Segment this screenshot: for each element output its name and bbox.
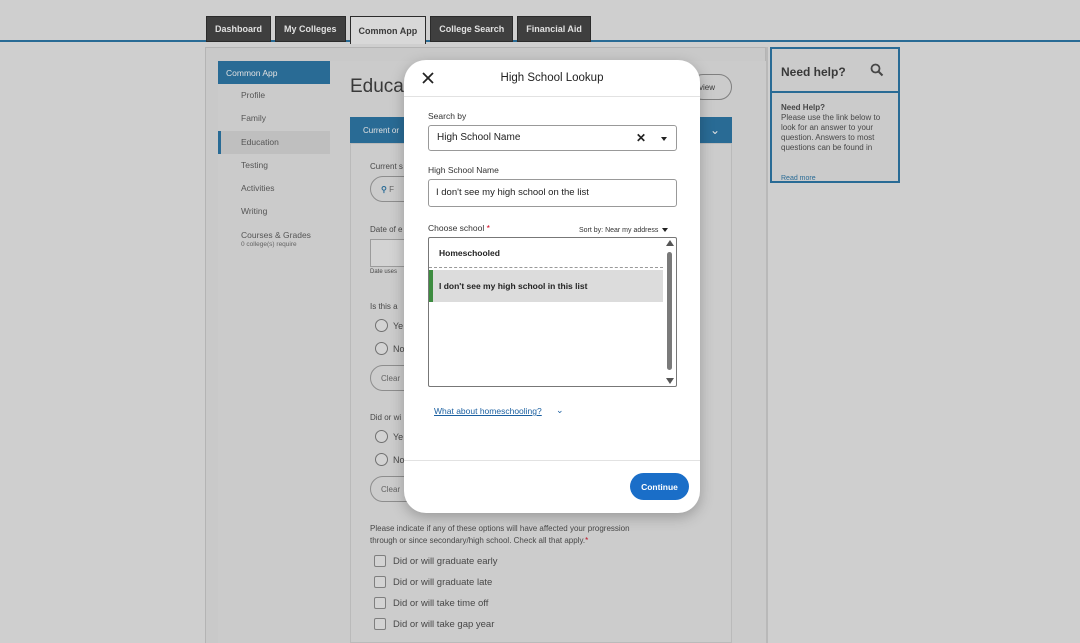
list-item-not-listed[interactable]: I don't see my high school in this list: [429, 270, 663, 302]
caret-down-icon: [661, 137, 667, 141]
chevron-down-icon[interactable]: ⌄: [556, 405, 564, 416]
high-school-name-input[interactable]: I don't see my high school on the list: [428, 179, 677, 207]
choose-school-label: Choose school *: [428, 223, 490, 233]
high-school-name-label: High School Name: [428, 165, 499, 175]
scrollbar-thumb[interactable]: [667, 252, 672, 370]
list-scrollbar[interactable]: [665, 239, 675, 385]
homeschooling-info-link[interactable]: What about homeschooling?: [434, 406, 542, 416]
sort-dropdown[interactable]: Sort by: Near my address: [579, 227, 669, 234]
dialog-header: High School Lookup: [404, 60, 700, 97]
choose-school-label-text: Choose school: [428, 223, 485, 233]
scroll-up-arrow-icon[interactable]: [666, 240, 674, 246]
required-asterisk: *: [486, 223, 490, 233]
caret-down-icon: [662, 228, 669, 233]
clear-icon[interactable]: ✕: [636, 131, 646, 145]
scroll-down-arrow-icon[interactable]: [666, 378, 674, 384]
search-by-value: High School Name: [437, 132, 521, 143]
high-school-lookup-dialog: High School Lookup Search by High School…: [404, 60, 700, 513]
continue-button[interactable]: Continue: [630, 473, 689, 500]
search-by-select[interactable]: High School Name ✕: [428, 125, 677, 151]
sort-dropdown-label: Sort by: Near my address: [579, 227, 659, 234]
school-results-list[interactable]: Homeschooled I don't see my high school …: [428, 237, 677, 387]
search-by-label: Search by: [428, 111, 467, 121]
dialog-title: High School Lookup: [500, 72, 604, 84]
list-item-homeschooled[interactable]: Homeschooled: [429, 238, 663, 268]
